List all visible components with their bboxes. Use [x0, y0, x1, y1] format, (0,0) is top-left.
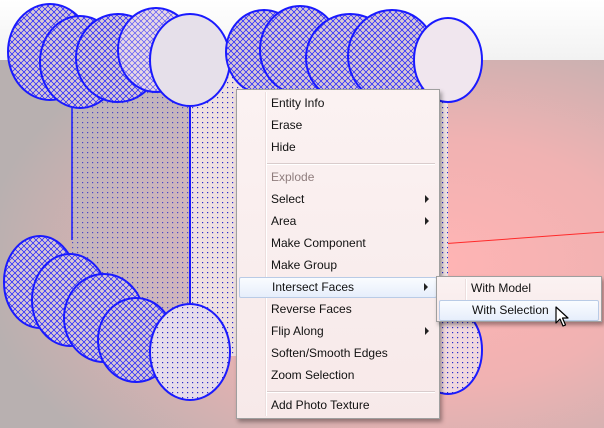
submenu-item-with-model[interactable]: With Model [439, 278, 599, 299]
menu-item-select[interactable]: Select [239, 189, 437, 210]
menu-item-label: Hide [271, 140, 296, 154]
menu-item-label: Intersect Faces [272, 280, 355, 294]
submenu-arrow-icon [425, 195, 429, 203]
menu-item-label: Erase [271, 118, 303, 132]
submenu-arrow-icon [425, 217, 429, 225]
menu-item-intersect-faces[interactable]: Intersect Faces [239, 277, 437, 298]
menu-item-reverse-faces[interactable]: Reverse Faces [239, 299, 437, 320]
menu-item-soften-smooth-edges[interactable]: Soften/Smooth Edges [239, 343, 437, 364]
menu-item-entity-info[interactable]: Entity Info [239, 93, 437, 114]
menu-item-label: With Selection [472, 303, 549, 317]
menu-item-add-photo-texture[interactable]: Add Photo Texture [239, 395, 437, 416]
menu-item-area[interactable]: Area [239, 211, 437, 232]
mouse-pointer-icon [555, 306, 569, 327]
menu-item-label: Entity Info [271, 96, 325, 110]
menu-item-label: Soften/Smooth Edges [271, 346, 388, 360]
menu-separator [267, 391, 435, 393]
menu-item-make-group[interactable]: Make Group [239, 255, 437, 276]
menu-item-erase[interactable]: Erase [239, 115, 437, 136]
menu-item-flip-along[interactable]: Flip Along [239, 321, 437, 342]
submenu-arrow-icon [424, 283, 428, 291]
menu-item-label: Make Component [271, 236, 366, 250]
menu-item-label: With Model [471, 281, 532, 295]
menu-item-label: Make Group [271, 258, 338, 272]
menu-item-label: Select [271, 192, 305, 206]
menu-item-zoom-selection[interactable]: Zoom Selection [239, 365, 437, 386]
submenu-arrow-icon [425, 327, 429, 335]
menu-item-explode: Explode [239, 167, 437, 188]
context-menu: Entity Info Erase Hide Explode Select Ar… [236, 89, 440, 419]
submenu-item-with-selection[interactable]: With Selection [439, 300, 599, 321]
menu-item-label: Add Photo Texture [271, 398, 370, 412]
menu-item-hide[interactable]: Hide [239, 137, 437, 158]
menu-item-label: Reverse Faces [271, 302, 352, 316]
menu-item-label: Flip Along [271, 324, 324, 338]
menu-item-label: Area [271, 214, 297, 228]
menu-separator [267, 163, 435, 165]
cylinder-top-left [7, 3, 231, 109]
menu-item-label: Zoom Selection [271, 368, 355, 382]
intersect-faces-submenu: With Model With Selection [436, 276, 602, 322]
menu-item-make-component[interactable]: Make Component [239, 233, 437, 254]
menu-item-label: Explode [271, 170, 315, 184]
cylinder-top-right [225, 5, 483, 103]
